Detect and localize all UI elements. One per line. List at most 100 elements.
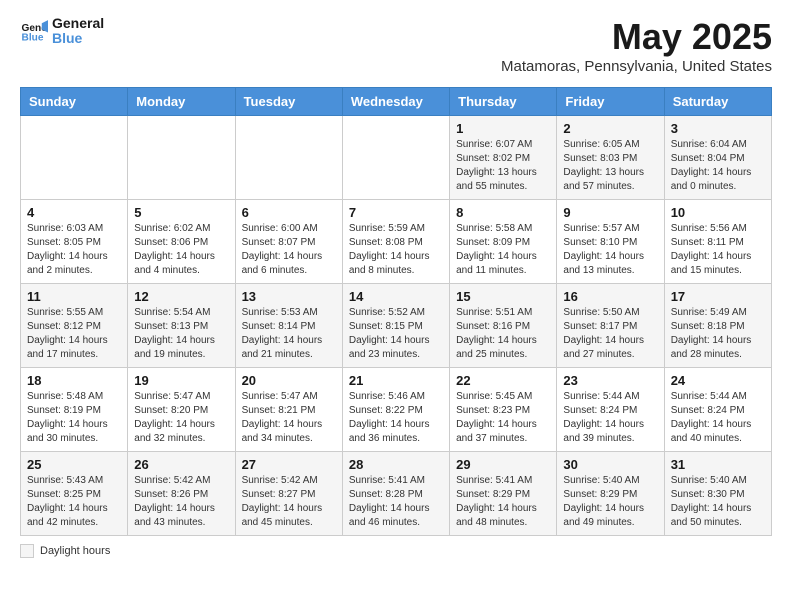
- day-number: 27: [242, 457, 336, 472]
- calendar-cell: 19Sunrise: 5:47 AM Sunset: 8:20 PM Dayli…: [128, 368, 235, 452]
- legend-label: Daylight hours: [40, 545, 110, 557]
- header-day-friday: Friday: [557, 88, 664, 116]
- day-info: Sunrise: 5:44 AM Sunset: 8:24 PM Dayligh…: [671, 390, 765, 446]
- calendar-cell: [21, 116, 128, 200]
- day-number: 6: [242, 205, 336, 220]
- calendar-week-2: 4 Sunrise: 6:03 AM Sunset: 8:05 PM Daylig…: [21, 200, 772, 284]
- calendar-cell: 18 Sunrise: 5:48 AM Sunset: 8:19 PM Dayli…: [21, 368, 128, 452]
- calendar-cell: 10 Sunrise: 5:56 AM Sunset: 8:11 PM Dayli…: [664, 200, 771, 284]
- calendar-cell: [235, 116, 342, 200]
- day-number: 18: [27, 373, 121, 388]
- logo-icon: General Blue: [20, 17, 48, 45]
- subtitle: Matamoras, Pennsylvania, United States: [501, 58, 772, 75]
- day-number: 20: [242, 373, 336, 388]
- day-number: 12: [134, 289, 228, 304]
- day-number: 13: [242, 289, 336, 304]
- day-number: 23: [563, 373, 657, 388]
- calendar-cell: 23Sunrise: 5:44 AM Sunset: 8:24 PM Dayli…: [557, 368, 664, 452]
- day-info: Sunrise: 6:03 AM Sunset: 8:05 PM Dayligh…: [27, 222, 121, 278]
- day-number: 24: [671, 373, 765, 388]
- calendar-cell: 29 Sunrise: 5:41 AM Sunset: 8:29 PM Dayli…: [450, 452, 557, 536]
- day-info: Sunrise: 5:41 AM Sunset: 8:29 PM Dayligh…: [456, 474, 550, 530]
- day-number: 1: [456, 121, 550, 136]
- day-info: Sunrise: 5:48 AM Sunset: 8:19 PM Dayligh…: [27, 390, 121, 446]
- calendar-cell: 20 Sunrise: 5:47 AM Sunset: 8:21 PM Dayli…: [235, 368, 342, 452]
- main-title: May 2025: [501, 16, 772, 58]
- header-day-sunday: Sunday: [21, 88, 128, 116]
- day-info: Sunrise: 5:53 AM Sunset: 8:14 PM Dayligh…: [242, 306, 336, 362]
- day-number: 9: [563, 205, 657, 220]
- title-area: May 2025 Matamoras, Pennsylvania, United…: [501, 16, 772, 75]
- day-number: 2: [563, 121, 657, 136]
- calendar-week-1: 1 Sunrise: 6:07 AM Sunset: 8:02 PM Daylig…: [21, 116, 772, 200]
- day-info: Sunrise: 5:45 AM Sunset: 8:23 PM Dayligh…: [456, 390, 550, 446]
- day-number: 25: [27, 457, 121, 472]
- day-number: 26: [134, 457, 228, 472]
- calendar-cell: 24 Sunrise: 5:44 AM Sunset: 8:24 PM Dayli…: [664, 368, 771, 452]
- calendar-cell: 1 Sunrise: 6:07 AM Sunset: 8:02 PM Daylig…: [450, 116, 557, 200]
- calendar-cell: 25 Sunrise: 5:43 AM Sunset: 8:25 PM Dayli…: [21, 452, 128, 536]
- calendar-header-row: SundayMondayTuesdayWednesdayThursdayFrid…: [21, 88, 772, 116]
- day-number: 30: [563, 457, 657, 472]
- day-number: 21: [349, 373, 443, 388]
- calendar-cell: 26 Sunrise: 5:42 AM Sunset: 8:26 PM Dayli…: [128, 452, 235, 536]
- calendar-cell: 7Sunrise: 5:59 AM Sunset: 8:08 PM Daylig…: [342, 200, 449, 284]
- day-number: 5: [134, 205, 228, 220]
- day-info: Sunrise: 5:46 AM Sunset: 8:22 PM Dayligh…: [349, 390, 443, 446]
- footer-legend: Daylight hours: [20, 544, 772, 558]
- day-number: 19: [134, 373, 228, 388]
- calendar-cell: 21 Sunrise: 5:46 AM Sunset: 8:22 PM Dayli…: [342, 368, 449, 452]
- calendar-cell: 5 Sunrise: 6:02 AM Sunset: 8:06 PM Daylig…: [128, 200, 235, 284]
- day-number: 8: [456, 205, 550, 220]
- calendar-cell: 15Sunrise: 5:51 AM Sunset: 8:16 PM Dayli…: [450, 284, 557, 368]
- calendar-cell: 13 Sunrise: 5:53 AM Sunset: 8:14 PM Dayli…: [235, 284, 342, 368]
- day-number: 29: [456, 457, 550, 472]
- calendar-cell: 22 Sunrise: 5:45 AM Sunset: 8:23 PM Dayli…: [450, 368, 557, 452]
- day-info: Sunrise: 5:40 AM Sunset: 8:30 PM Dayligh…: [671, 474, 765, 530]
- day-info: Sunrise: 6:02 AM Sunset: 8:06 PM Dayligh…: [134, 222, 228, 278]
- day-info: Sunrise: 6:07 AM Sunset: 8:02 PM Dayligh…: [456, 138, 550, 194]
- day-number: 17: [671, 289, 765, 304]
- calendar-cell: 28Sunrise: 5:41 AM Sunset: 8:28 PM Dayli…: [342, 452, 449, 536]
- calendar-cell: 14 Sunrise: 5:52 AM Sunset: 8:15 PM Dayli…: [342, 284, 449, 368]
- day-number: 22: [456, 373, 550, 388]
- day-info: Sunrise: 5:56 AM Sunset: 8:11 PM Dayligh…: [671, 222, 765, 278]
- calendar-cell: 11 Sunrise: 5:55 AM Sunset: 8:12 PM Dayli…: [21, 284, 128, 368]
- day-info: Sunrise: 5:47 AM Sunset: 8:21 PM Dayligh…: [242, 390, 336, 446]
- day-info: Sunrise: 5:43 AM Sunset: 8:25 PM Dayligh…: [27, 474, 121, 530]
- day-number: 4: [27, 205, 121, 220]
- day-info: Sunrise: 5:42 AM Sunset: 8:27 PM Dayligh…: [242, 474, 336, 530]
- calendar-week-4: 18 Sunrise: 5:48 AM Sunset: 8:19 PM Dayli…: [21, 368, 772, 452]
- calendar-week-5: 25 Sunrise: 5:43 AM Sunset: 8:25 PM Dayli…: [21, 452, 772, 536]
- svg-text:Blue: Blue: [22, 33, 44, 44]
- calendar-cell: 3Sunrise: 6:04 AM Sunset: 8:04 PM Daylig…: [664, 116, 771, 200]
- logo-text-general: General: [52, 16, 104, 31]
- calendar-cell: 9Sunrise: 5:57 AM Sunset: 8:10 PM Daylig…: [557, 200, 664, 284]
- calendar-cell: 2 Sunrise: 6:05 AM Sunset: 8:03 PM Daylig…: [557, 116, 664, 200]
- day-info: Sunrise: 5:49 AM Sunset: 8:18 PM Dayligh…: [671, 306, 765, 362]
- day-info: Sunrise: 5:58 AM Sunset: 8:09 PM Dayligh…: [456, 222, 550, 278]
- calendar-cell: [128, 116, 235, 200]
- day-info: Sunrise: 6:00 AM Sunset: 8:07 PM Dayligh…: [242, 222, 336, 278]
- day-info: Sunrise: 6:04 AM Sunset: 8:04 PM Dayligh…: [671, 138, 765, 194]
- day-info: Sunrise: 6:05 AM Sunset: 8:03 PM Dayligh…: [563, 138, 657, 194]
- day-info: Sunrise: 5:40 AM Sunset: 8:29 PM Dayligh…: [563, 474, 657, 530]
- day-number: 31: [671, 457, 765, 472]
- calendar-cell: [342, 116, 449, 200]
- header-day-monday: Monday: [128, 88, 235, 116]
- logo: General Blue General Blue: [20, 16, 104, 47]
- day-info: Sunrise: 5:54 AM Sunset: 8:13 PM Dayligh…: [134, 306, 228, 362]
- calendar-cell: 16Sunrise: 5:50 AM Sunset: 8:17 PM Dayli…: [557, 284, 664, 368]
- day-info: Sunrise: 5:42 AM Sunset: 8:26 PM Dayligh…: [134, 474, 228, 530]
- day-number: 10: [671, 205, 765, 220]
- legend-box: [20, 544, 34, 558]
- calendar-cell: 27 Sunrise: 5:42 AM Sunset: 8:27 PM Dayli…: [235, 452, 342, 536]
- day-info: Sunrise: 5:55 AM Sunset: 8:12 PM Dayligh…: [27, 306, 121, 362]
- day-number: 7: [349, 205, 443, 220]
- calendar-cell: 31 Sunrise: 5:40 AM Sunset: 8:30 PM Dayli…: [664, 452, 771, 536]
- day-info: Sunrise: 5:52 AM Sunset: 8:15 PM Dayligh…: [349, 306, 443, 362]
- calendar-cell: 30 Sunrise: 5:40 AM Sunset: 8:29 PM Dayli…: [557, 452, 664, 536]
- day-number: 11: [27, 289, 121, 304]
- day-number: 14: [349, 289, 443, 304]
- calendar-cell: 12 Sunrise: 5:54 AM Sunset: 8:13 PM Dayli…: [128, 284, 235, 368]
